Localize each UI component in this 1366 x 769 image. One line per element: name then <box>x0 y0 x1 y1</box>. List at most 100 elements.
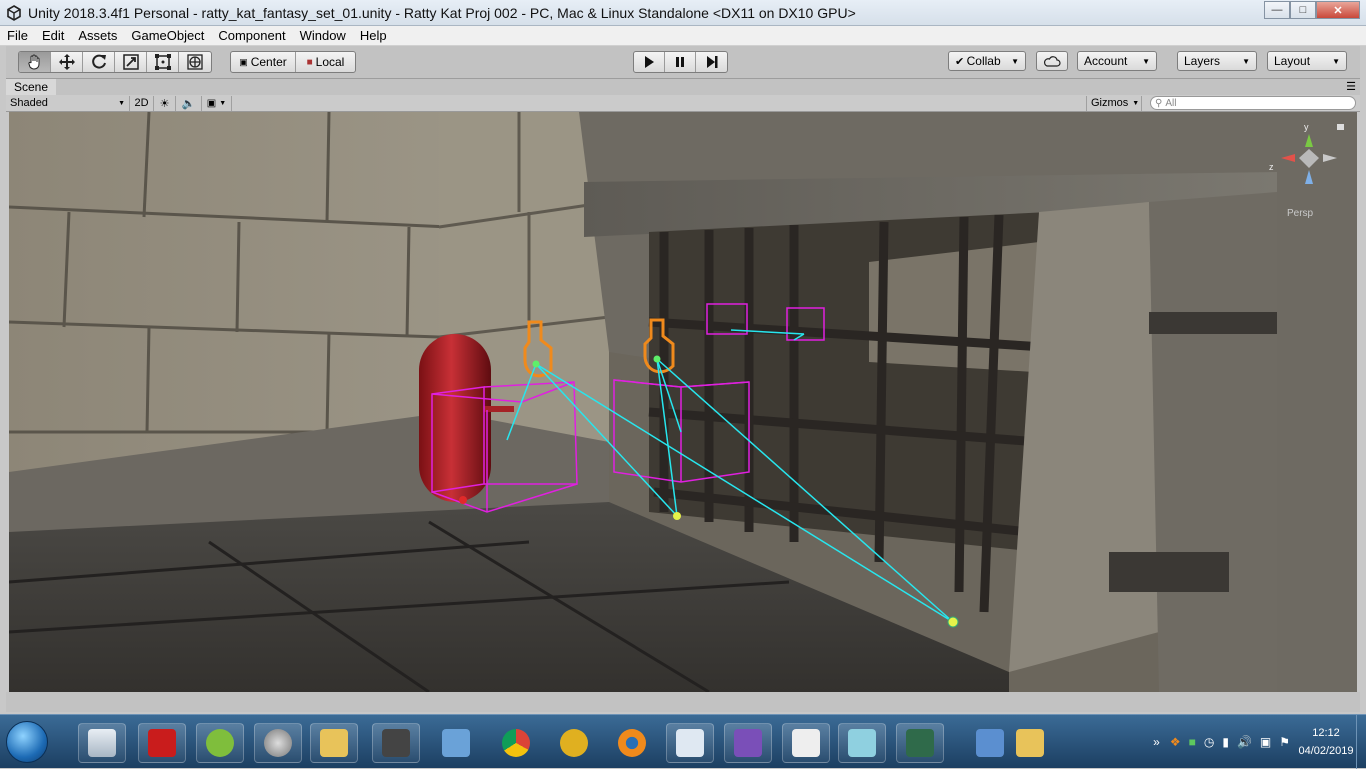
step-button[interactable] <box>696 52 727 72</box>
rotate-icon <box>91 54 106 69</box>
calculator-icon <box>88 729 116 757</box>
tray-app-icon[interactable]: ❖ <box>1170 735 1181 749</box>
taskbar-filezilla[interactable] <box>138 723 186 763</box>
taskbar-paint[interactable] <box>666 723 714 763</box>
scene-bottom-strip <box>6 692 1360 712</box>
scene-tab-bar: Scene ☰ <box>6 78 1360 96</box>
start-button[interactable] <box>6 721 48 763</box>
playback-controls <box>633 51 728 73</box>
unity-logo-icon <box>7 4 21 21</box>
pivot-local-button[interactable]: ■ Local <box>296 52 355 72</box>
volume-icon[interactable]: 🔊 <box>1237 735 1252 749</box>
taskbar-speakers[interactable] <box>254 723 302 763</box>
chevron-down-icon: ▼ <box>1142 56 1150 66</box>
taskbar-remote-desktop[interactable] <box>432 723 480 763</box>
menu-edit[interactable]: Edit <box>35 28 71 43</box>
title-bar: Unity 2018.3.4f1 Personal - ratty_kat_fa… <box>0 0 1366 26</box>
android-studio-icon <box>206 729 234 757</box>
maximize-button[interactable]: □ <box>1290 1 1316 19</box>
close-button[interactable]: ✕ <box>1316 1 1360 19</box>
taskbar-blender[interactable] <box>608 723 656 763</box>
transform-tool-button[interactable] <box>179 52 211 72</box>
tab-scene[interactable]: Scene <box>6 78 57 96</box>
cloud-icon <box>1043 56 1061 67</box>
taskbar-folder[interactable] <box>310 723 358 763</box>
menu-window[interactable]: Window <box>293 28 353 43</box>
taskbar-monitor[interactable] <box>896 723 944 763</box>
menu-component[interactable]: Component <box>211 28 292 43</box>
paint-icon <box>676 729 704 757</box>
panel-menu-icon[interactable]: ☰ <box>1346 80 1356 93</box>
hand-tool-button[interactable] <box>19 52 51 72</box>
effects-dropdown[interactable]: ▣ ▼ <box>202 95 232 111</box>
taskbar-unity[interactable] <box>782 723 830 763</box>
remote-desktop-icon <box>442 729 470 757</box>
speaker-icon: 🔈 <box>181 97 196 110</box>
audio-toggle[interactable]: 🔈 <box>176 95 202 111</box>
pivot-local-label: Local <box>315 55 345 69</box>
pause-icon <box>676 57 684 67</box>
lock-icon[interactable] <box>1337 124 1344 130</box>
taskbar-movie-maker[interactable] <box>372 723 420 763</box>
clock-time: 12:12 <box>1312 727 1340 739</box>
show-hidden-icons-icon[interactable]: » <box>1153 735 1160 749</box>
cloud-button[interactable] <box>1036 51 1068 71</box>
flag-icon[interactable]: ⚑ <box>1279 735 1290 749</box>
usb-icon[interactable]: ▣ <box>1260 735 1271 749</box>
taskbar-notepad[interactable] <box>838 723 886 763</box>
menu-gameobject[interactable]: GameObject <box>124 28 211 43</box>
taskbar-android-studio[interactable] <box>196 723 244 763</box>
clock[interactable]: 12:12 04/02/2019 <box>1296 724 1356 760</box>
waypoint-node[interactable] <box>947 616 959 628</box>
chrome-icon <box>502 729 530 757</box>
rotate-tool-button[interactable] <box>83 52 115 72</box>
pause-button[interactable] <box>665 52 696 72</box>
taskbar-folder-2[interactable] <box>1006 723 1054 763</box>
taskbar-headphones[interactable] <box>550 723 598 763</box>
waypoint-node[interactable] <box>653 355 661 363</box>
transform-tools <box>18 51 212 73</box>
taskbar-calculator[interactable] <box>78 723 126 763</box>
taskbar-chrome[interactable] <box>492 723 540 763</box>
show-desktop-button[interactable] <box>1356 715 1366 769</box>
windows-taskbar: » ❖ ■ ◷ ▮ 🔊 ▣ ⚑ 12:12 04/02/2019 <box>0 714 1366 769</box>
waypoint-node[interactable] <box>532 360 540 368</box>
rect-tool-button[interactable] <box>147 52 179 72</box>
scene-viewport[interactable]: y z Persp <box>9 112 1357 692</box>
step-icon <box>706 56 717 68</box>
chevron-down-icon: ▼ <box>1011 56 1019 66</box>
system-tray: » ❖ ■ ◷ ▮ 🔊 ▣ ⚑ 12:12 04/02/2019 <box>1153 715 1366 769</box>
folder-icon <box>1016 729 1044 757</box>
player-capsule[interactable] <box>419 334 491 502</box>
tray-clock-icon[interactable]: ◷ <box>1204 735 1214 749</box>
layout-dropdown[interactable]: Layout ▼ <box>1267 51 1347 71</box>
pivot-center-button[interactable]: ▣ Center <box>231 52 296 72</box>
main-toolbar: ▣ Center ■ Local ✔ Collab ▼ Account ▼ La… <box>6 46 1360 78</box>
play-button[interactable] <box>634 52 665 72</box>
clock-date: 04/02/2019 <box>1298 745 1354 757</box>
tray-status-icon[interactable]: ■ <box>1189 735 1196 749</box>
pivot-center-icon: ▣ <box>239 56 248 67</box>
gizmos-dropdown[interactable]: Gizmos ▼ <box>1086 95 1142 111</box>
rect-icon <box>154 54 171 70</box>
move-tool-button[interactable] <box>51 52 83 72</box>
lighting-toggle[interactable]: ☀ <box>154 95 176 111</box>
scale-icon <box>122 54 139 70</box>
perspective-label[interactable]: Persp <box>1287 208 1314 219</box>
menu-help[interactable]: Help <box>353 28 394 43</box>
network-icon[interactable]: ▮ <box>1222 735 1229 749</box>
taskbar-visual-studio[interactable] <box>724 723 772 763</box>
shading-mode-dropdown[interactable]: Shaded ▼ <box>6 95 130 111</box>
scale-tool-button[interactable] <box>115 52 147 72</box>
play-icon <box>645 56 654 68</box>
collab-dropdown[interactable]: ✔ Collab ▼ <box>948 51 1026 71</box>
layers-dropdown[interactable]: Layers ▼ <box>1177 51 1257 71</box>
account-dropdown[interactable]: Account ▼ <box>1077 51 1157 71</box>
toggle-2d-button[interactable]: 2D <box>130 95 154 111</box>
menu-assets[interactable]: Assets <box>71 28 124 43</box>
waypoint-node[interactable] <box>673 512 681 520</box>
menu-file[interactable]: File <box>0 28 35 43</box>
minimize-button[interactable]: — <box>1264 1 1290 19</box>
search-icon: ⚲ <box>1155 97 1163 109</box>
scene-search-input[interactable]: ⚲ All <box>1150 96 1356 110</box>
